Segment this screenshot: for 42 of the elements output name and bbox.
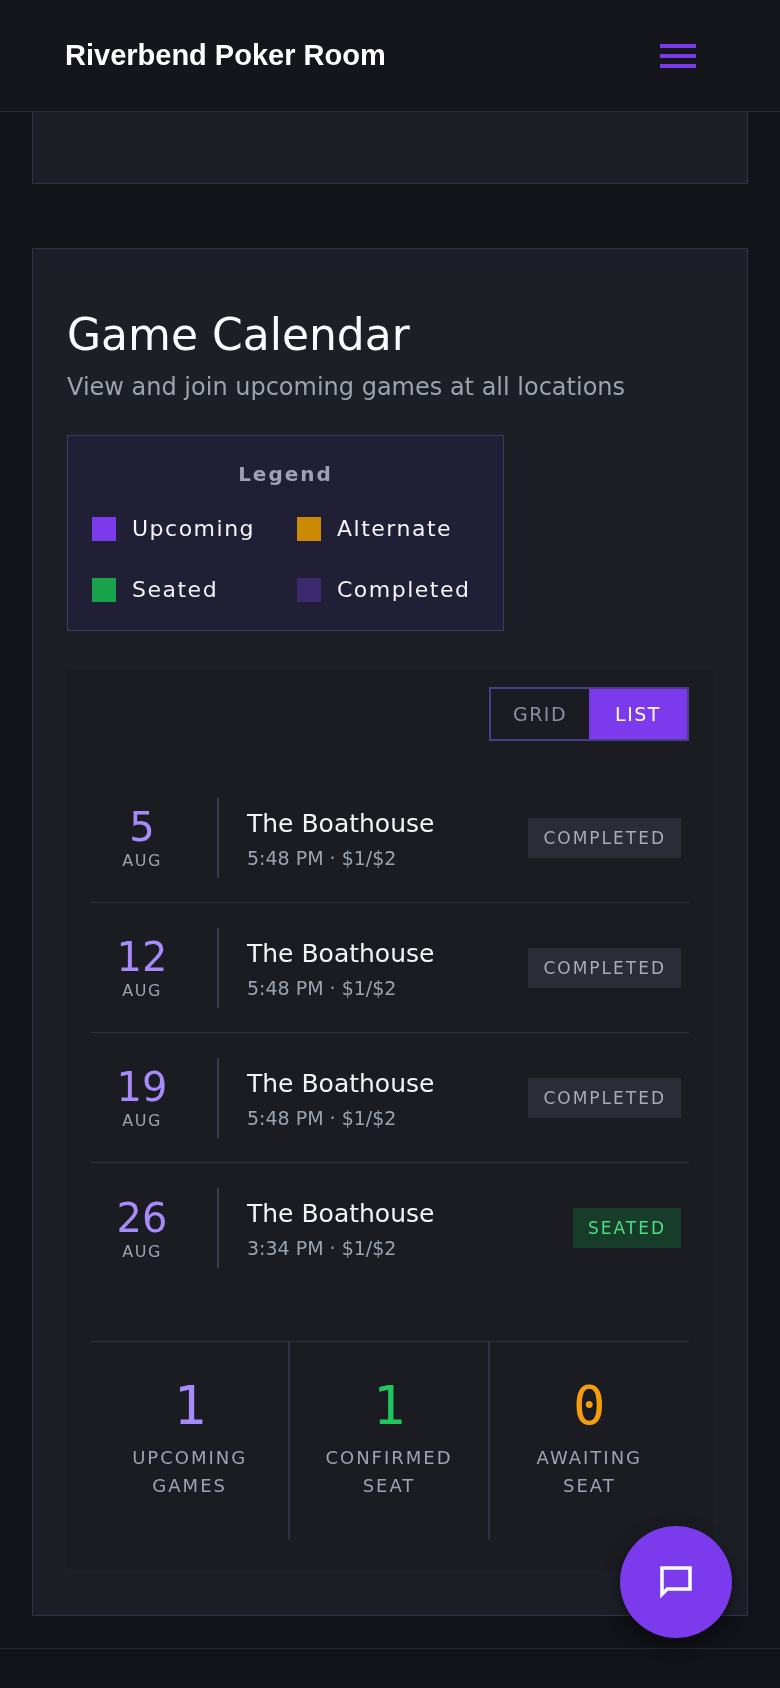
date-day: 26 xyxy=(91,1195,193,1240)
section-title: Game Calendar xyxy=(67,308,411,362)
view-toggle-option[interactable]: GRID xyxy=(491,689,589,739)
status-badge: COMPLETED xyxy=(528,817,681,858)
stat-label: AWAITING SEAT xyxy=(535,1446,644,1498)
status-badge: COMPLETED xyxy=(528,947,681,988)
stat-label: CONFIRMED SEAT xyxy=(324,1446,454,1498)
view-toggle-option[interactable]: LIST xyxy=(589,689,687,739)
game-details: 5:48 PM · $1/$2 xyxy=(247,976,398,999)
venue-name: The Boathouse xyxy=(247,807,436,840)
venue-name: The Boathouse xyxy=(247,937,436,970)
menu-icon xyxy=(660,43,696,68)
date-day: 19 xyxy=(91,1065,193,1109)
stat-value: 0 xyxy=(573,1376,606,1436)
status-badge: SEATED xyxy=(572,1208,681,1248)
legend-label: Completed xyxy=(337,577,471,602)
legend-label: Alternate xyxy=(337,516,453,541)
game-details: 5:48 PM · $1/$2 xyxy=(247,1106,398,1129)
menu-button[interactable] xyxy=(660,43,696,68)
game-row[interactable]: 26 AUG The Boathouse 3:34 PM · $1/$2 SEATED xyxy=(91,1163,689,1293)
game-details: 5:48 PM · $1/$2 xyxy=(247,846,398,869)
date-month: AUG xyxy=(121,1111,163,1130)
date-month: AUG xyxy=(121,981,163,1000)
date-day: 12 xyxy=(91,935,193,979)
date-day: 5 xyxy=(91,805,193,849)
venue-name: The Boathouse xyxy=(247,1067,436,1100)
venue-name: The Boathouse xyxy=(247,1198,436,1230)
game-row[interactable]: 19 AUG The Boathouse 5:48 PM · $1/$2 COMPLETED xyxy=(91,1033,689,1163)
legend-label: Seated xyxy=(132,577,219,602)
date-month: AUG xyxy=(121,851,163,870)
game-row[interactable]: 5 AUG The Boathouse 5:48 PM · $1/$2 COMPLETED xyxy=(91,773,689,903)
status-badge: COMPLETED xyxy=(528,1077,681,1118)
game-row[interactable]: 12 AUG The Boathouse 5:48 PM · $1/$2 COMPLETED xyxy=(91,903,689,1033)
legend-title: Legend xyxy=(237,462,334,486)
stat-value: 1 xyxy=(372,1376,406,1436)
game-details: 3:34 PM · $1/$2 xyxy=(247,1237,398,1259)
section-subtitle: View and join upcoming games at all locations xyxy=(67,372,627,403)
site-title: Riverbend Poker Room xyxy=(65,39,386,72)
date-month: AUG xyxy=(121,1241,163,1261)
stat-label: UPCOMING GAMES xyxy=(131,1446,249,1498)
legend-label: Upcoming xyxy=(132,516,256,541)
stat-value: 1 xyxy=(173,1376,206,1436)
